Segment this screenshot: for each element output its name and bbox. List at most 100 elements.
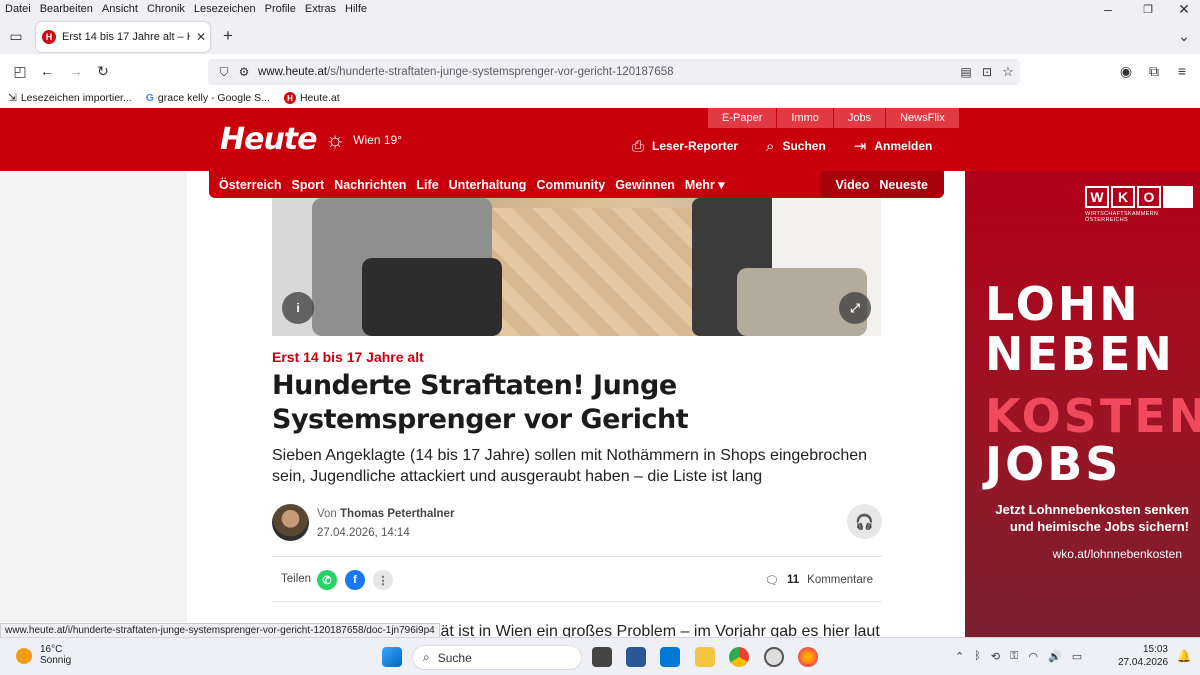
taskbar-clock[interactable]: 15:03 27.04.2026 [1118, 643, 1168, 669]
wko-letter: W [1085, 186, 1109, 208]
ad-line-neben: NEBEN [985, 327, 1175, 381]
clock-app-icon[interactable] [764, 647, 784, 667]
bookmark-star-icon[interactable]: ☆ [1000, 64, 1016, 80]
avatar[interactable] [272, 504, 309, 541]
sun-icon: ☼ [325, 127, 346, 152]
ad-url: wko.at/lohnnebenkosten [1052, 547, 1182, 561]
site-header: Heute ☼ Wien 19° E-Paper Immo Jobs NewsF… [0, 108, 1200, 171]
menu-hilfe[interactable]: Hilfe [345, 3, 367, 15]
heute-favicon-icon: H [42, 30, 56, 44]
chrome-icon[interactable] [729, 647, 749, 667]
bookmark-google[interactable]: Ggrace kelly - Google S... [146, 92, 270, 104]
nav-sport[interactable]: Sport [292, 178, 325, 192]
left-gutter [0, 171, 187, 637]
nav-nachrichten[interactable]: Nachrichten [334, 178, 406, 192]
ad-sub2: und heimische Jobs sichern! [1009, 519, 1189, 534]
nav-right: Video Neueste [819, 171, 944, 198]
nav-unterhaltung[interactable]: Unterhaltung [449, 178, 527, 192]
hero-image[interactable]: i ⤢ [272, 198, 881, 336]
author-name[interactable]: Thomas Peterthalner [340, 508, 454, 520]
wko-advertisement[interactable]: W K O WIRTSCHAFTSKAMMERN ÖSTERREICHS LOH… [965, 171, 1200, 637]
by-prefix: Von [317, 508, 337, 520]
tab-list-icon[interactable]: ▭ [6, 26, 26, 46]
battery-icon[interactable]: ▭ [1072, 650, 1082, 663]
comments-link[interactable]: 🗨 11 Kommentare [764, 573, 873, 587]
bookmark-label: grace kelly - Google S... [157, 92, 270, 104]
nav-life[interactable]: Life [416, 178, 438, 192]
more-options-icon[interactable]: ⋮ [373, 570, 393, 590]
article-headline: Hunderte Straftaten! Junge Systemsprenge… [272, 370, 689, 435]
toplink-immo[interactable]: Immo [777, 108, 834, 128]
sync-icon[interactable]: ⟲ [991, 650, 1000, 663]
bookmark-label: Heute.at [299, 92, 340, 104]
toplink-epaper[interactable]: E-Paper [708, 108, 778, 128]
info-icon[interactable]: i [282, 292, 314, 324]
url-bar[interactable]: ⛉ ⚙ www.heute.at/s/hunderte-straftaten-j… [208, 59, 1020, 85]
ad-line-kosten: KOSTEN [985, 389, 1200, 443]
nav-gewinnen[interactable]: Gewinnen [615, 178, 675, 192]
login-button[interactable]: ⇥ Anmelden [854, 137, 933, 155]
windows-start-icon[interactable] [382, 647, 402, 667]
bookmark-import[interactable]: ⇲ Lesezeichen importier... [8, 92, 132, 104]
bluetooth-icon[interactable]: ᛒ [974, 650, 981, 663]
wko-subtitle: WIRTSCHAFTSKAMMERN ÖSTERREICHS [1085, 211, 1159, 223]
permissions-icon[interactable]: ⚙ [236, 64, 252, 80]
weather-widget[interactable]: ☼ Wien 19° [325, 127, 402, 152]
back-icon[interactable]: ← [37, 61, 57, 81]
close-window-icon[interactable]: ✕ [1174, 1, 1194, 17]
tab-active[interactable]: H Erst 14 bis 17 Jahre alt – Hunderte ✕ [36, 22, 210, 52]
sidebar-icon[interactable]: ◰ [10, 61, 30, 81]
store-icon[interactable] [626, 647, 646, 667]
network-icon[interactable]: ⚿ [1010, 650, 1018, 663]
task-view-icon[interactable] [592, 647, 612, 667]
menu-bearbeiten[interactable]: Bearbeiten [40, 3, 93, 15]
forward-icon[interactable]: → [66, 61, 86, 81]
headphones-icon[interactable]: 🎧 [847, 504, 882, 539]
nav-oesterreich[interactable]: Österreich [219, 178, 282, 192]
search-button[interactable]: ⌕ Suchen [766, 137, 826, 155]
firefox-icon[interactable] [798, 647, 818, 667]
extensions-icon[interactable]: ⧉ [1144, 61, 1164, 81]
whatsapp-icon[interactable]: ✆ [317, 570, 337, 590]
taskbar-search[interactable]: ⌕ Suche [412, 645, 582, 670]
wifi-icon[interactable]: ◠ [1028, 650, 1038, 663]
menu-chronik[interactable]: Chronik [147, 3, 185, 15]
save-icon[interactable]: ⊡ [979, 64, 995, 80]
outlook-icon[interactable] [660, 647, 680, 667]
toplink-newsflix[interactable]: NewsFlix [886, 108, 960, 128]
bookmark-heute[interactable]: H Heute.at [283, 92, 340, 104]
leser-reporter-button[interactable]: ⎙ Leser-Reporter [632, 137, 738, 155]
nav-video[interactable]: Video [836, 178, 870, 192]
menu-extras[interactable]: Extras [305, 3, 336, 15]
chevron-down-icon[interactable]: ⌄ [1174, 26, 1194, 46]
file-explorer-icon[interactable] [695, 647, 715, 667]
chevron-up-icon[interactable]: ⌃ [955, 650, 964, 663]
restore-icon[interactable]: ❐ [1138, 2, 1158, 16]
taskbar-weather[interactable]: 16°C Sonnig [16, 644, 71, 666]
account-icon[interactable]: ◉ [1116, 61, 1136, 81]
heute-logo[interactable]: Heute [220, 122, 317, 157]
reload-icon[interactable]: ↻ [93, 61, 113, 81]
nav-mehr[interactable]: Mehr ▾ [685, 177, 725, 192]
menu-ansicht[interactable]: Ansicht [102, 3, 138, 15]
minimize-icon[interactable]: – [1098, 1, 1118, 17]
menu-lesezeichen[interactable]: Lesezeichen [194, 3, 256, 15]
wko-letter: O [1137, 186, 1161, 208]
ad-subline: Jetzt Lohnnebenkosten senken und heimisc… [979, 501, 1189, 535]
menu-icon[interactable]: ≡ [1172, 61, 1192, 81]
speaker-icon[interactable]: 🔊 [1048, 650, 1062, 663]
web-page: Heute ☼ Wien 19° E-Paper Immo Jobs NewsF… [0, 108, 1200, 637]
menu-datei[interactable]: Datei [5, 3, 31, 15]
shield-icon[interactable]: ⛉ [216, 64, 232, 80]
notification-bell-icon[interactable]: 🔔 [1176, 648, 1192, 664]
nav-neueste[interactable]: Neueste [879, 178, 928, 192]
new-tab-icon[interactable]: + [218, 26, 238, 46]
close-tab-icon[interactable]: ✕ [196, 30, 206, 44]
facebook-icon[interactable]: f [345, 570, 365, 590]
menu-profile[interactable]: Profile [265, 3, 296, 15]
comment-count: 11 [786, 574, 800, 586]
reader-view-icon[interactable]: ▤ [958, 64, 974, 80]
nav-community[interactable]: Community [536, 178, 605, 192]
expand-icon[interactable]: ⤢ [839, 292, 871, 324]
toplink-jobs[interactable]: Jobs [833, 108, 887, 128]
